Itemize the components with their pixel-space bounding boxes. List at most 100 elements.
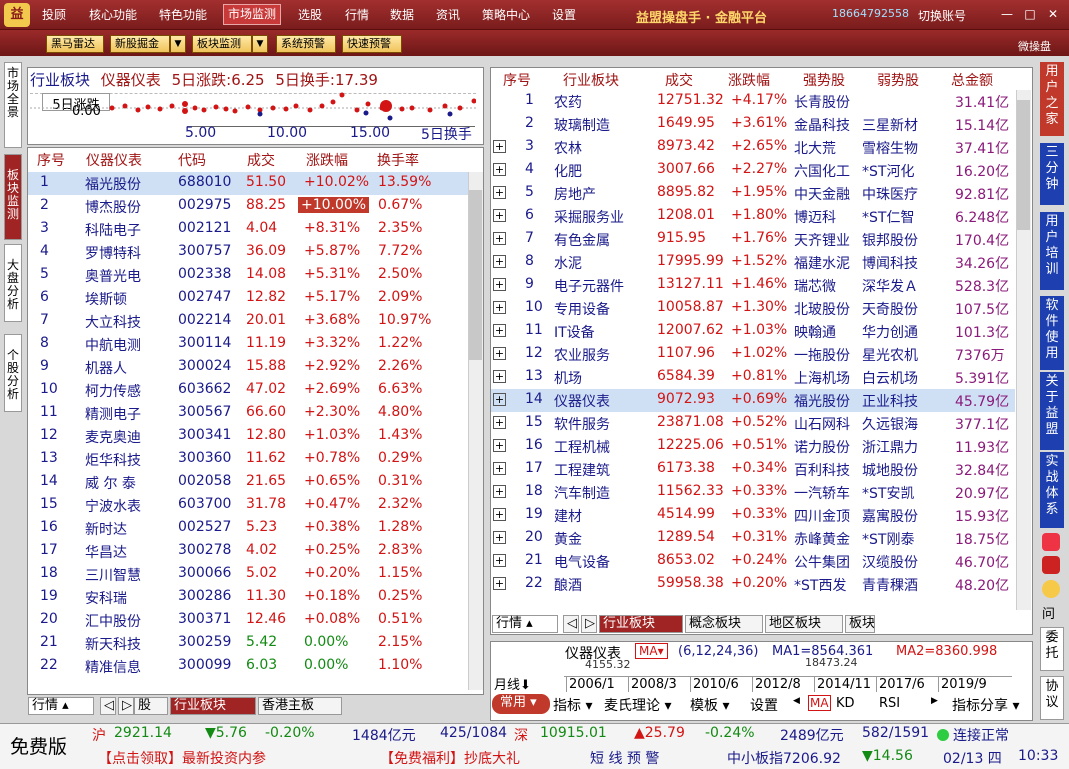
table-row[interactable]: 8 中航电测 300114 11.19 +3.32% 1.22% — [28, 333, 468, 356]
menu-settings[interactable]: 设置 — [552, 6, 576, 23]
table-row[interactable]: +4 化肥 3007.66 +2.27% 六国化工 *ST河化 16.20亿 — [491, 159, 1015, 182]
table-row[interactable]: +16 工程机械 12225.06 +0.51% 诺力股份 浙江鼎力 11.93亿 — [491, 435, 1015, 458]
table-row[interactable]: 2 博杰股份 002975 88.25 +10.00% 0.67% — [28, 195, 468, 218]
side-tab-about[interactable]: 关于益盟 — [1040, 372, 1064, 450]
expand-icon[interactable]: + — [493, 324, 506, 337]
expand-icon[interactable]: + — [493, 462, 506, 475]
kline-tab-share[interactable]: 指标分享 ▾ — [952, 695, 1019, 715]
table-row[interactable]: +9 电子元器件 13127.11 +1.46% 瑞芯微 深华发Ａ 528.3亿 — [491, 274, 1015, 297]
expand-icon[interactable]: + — [493, 554, 506, 567]
right-tab-concept[interactable]: 概念板块 — [685, 615, 763, 633]
short-alert-link[interactable]: 短 线 预 警 — [590, 748, 659, 768]
menu-news[interactable]: 资讯 — [436, 6, 460, 23]
kline-ind-ma[interactable]: MA — [808, 695, 831, 711]
table-row[interactable]: 10 柯力传感 603662 47.02 +2.69% 6.63% — [28, 379, 468, 402]
table-row[interactable]: +6 采掘服务业 1208.01 +1.80% 博迈科 *ST仁智 6.248亿 — [491, 205, 1015, 228]
kline-tab-common[interactable]: 常用 ▾ — [492, 694, 550, 714]
right-tab-sector[interactable]: 板块 — [845, 615, 875, 633]
promo-link-2[interactable]: 【免费福利】抄底大礼 — [380, 748, 520, 768]
table-row[interactable]: +18 汽车制造 11562.33 +0.33% 一汽轿车 *ST安凯 20.97亿 — [491, 481, 1015, 504]
dark-horse-radar-button[interactable]: 黑马雷达 — [46, 35, 104, 53]
table-row[interactable]: 12 麦克奥迪 300341 12.80 +1.03% 1.43% — [28, 425, 468, 448]
expand-icon[interactable]: + — [493, 508, 506, 521]
table-row[interactable]: +21 电气设备 8653.02 +0.24% 公牛集团 汉缆股份 46.70亿 — [491, 550, 1015, 573]
micro-trade-link[interactable]: 微操盘 — [1018, 38, 1051, 54]
kline-tab-settings[interactable]: 设置 — [750, 695, 778, 715]
table-row[interactable]: +20 黄金 1289.54 +0.31% 赤峰黄金 *ST刚泰 18.75亿 — [491, 527, 1015, 550]
table-row[interactable]: 2 玻璃制造 1649.95 +3.61% 金晶科技 三星新材 15.14亿 — [491, 113, 1015, 136]
side-tab-three-minutes[interactable]: 三分钟 — [1040, 143, 1064, 205]
kline-period[interactable]: 月线⬇ — [494, 674, 531, 693]
kline-ind-kd[interactable]: KD — [836, 696, 855, 711]
side-tab-user-training[interactable]: 用户培训 — [1040, 212, 1064, 290]
close-icon[interactable]: ✕ — [1045, 6, 1061, 22]
table-row[interactable]: 22 精准信息 300099 6.03 0.00% 1.10% — [28, 655, 468, 678]
col-header-price[interactable]: 成交 — [247, 150, 275, 170]
menu-core[interactable]: 核心功能 — [89, 6, 137, 23]
table-row[interactable]: 9 机器人 300024 15.88 +2.92% 2.26% — [28, 356, 468, 379]
table-row[interactable]: +14 仪器仪表 9072.93 +0.69% 福光股份 正业科技 45.79亿 — [491, 389, 1015, 412]
table-row[interactable]: +17 工程建筑 6173.38 +0.34% 百利科技 城地股份 32.84亿 — [491, 458, 1015, 481]
tab-market-overview[interactable]: 市场全景 — [4, 62, 22, 148]
expand-icon[interactable]: + — [493, 209, 506, 222]
expand-icon[interactable]: + — [493, 347, 506, 360]
tab-stock-analysis[interactable]: 个股分析 — [4, 334, 22, 412]
table-row[interactable]: 3 科陆电子 002121 4.04 +8.31% 2.35% — [28, 218, 468, 241]
table-row[interactable]: +10 专用设备 10058.87 +1.30% 北玻股份 天奇股份 107.5亿 — [491, 297, 1015, 320]
menu-touguo[interactable]: 投顾 — [42, 6, 66, 23]
table-row[interactable]: +11 IT设备 12007.62 +1.03% 映翰通 华力创通 101.3亿 — [491, 320, 1015, 343]
promo-link-1[interactable]: 【点击领取】最新投资内参 — [98, 748, 266, 768]
expand-icon[interactable]: + — [493, 278, 506, 291]
col-header-amount[interactable]: 总金额 — [951, 70, 993, 90]
table-row[interactable]: +13 机场 6584.39 +0.81% 上海机场 白云机场 5.391亿 — [491, 366, 1015, 389]
table-row[interactable]: 16 新时达 002527 5.23 +0.38% 1.28% — [28, 517, 468, 540]
table-row[interactable]: 15 宁波水表 603700 31.78 +0.47% 2.32% — [28, 494, 468, 517]
left-tab-next-icon[interactable]: ▷ — [118, 697, 134, 715]
right-scroll-thumb[interactable] — [1017, 100, 1030, 230]
table-row[interactable]: +15 软件服务 23871.08 +0.52% 山石网科 久远银海 377.1亿 — [491, 412, 1015, 435]
col-header-name[interactable]: 仪器仪表 — [86, 150, 142, 170]
left-tab-industry[interactable]: 行业板块 — [170, 697, 256, 715]
table-row[interactable]: +7 有色金属 915.95 +1.76% 天齐锂业 银邦股份 170.4亿 — [491, 228, 1015, 251]
expand-icon[interactable]: + — [493, 186, 506, 199]
col-header-code[interactable]: 代码 — [178, 150, 206, 170]
side-tab-practice[interactable]: 实战体系 — [1040, 452, 1064, 528]
menu-market-monitor[interactable]: 市场监测 — [223, 4, 282, 25]
expand-icon[interactable]: + — [493, 301, 506, 314]
table-row[interactable]: 20 汇中股份 300371 12.46 +0.08% 0.51% — [28, 609, 468, 632]
menu-feature[interactable]: 特色功能 — [159, 6, 207, 23]
menu-stock-pick[interactable]: 选股 — [298, 6, 322, 23]
kline-ma-select[interactable]: MA▾ — [635, 643, 668, 659]
col-header-strong[interactable]: 强势股 — [803, 70, 845, 90]
right-tab-next-icon[interactable]: ▷ — [581, 615, 597, 633]
switch-account-link[interactable]: 切换账号 — [918, 7, 966, 24]
col-header-index[interactable]: 序号 — [503, 70, 531, 90]
sector-dropdown-icon[interactable]: ▼ — [252, 35, 268, 53]
table-row[interactable]: +5 房地产 8895.82 +1.95% 中天金融 中珠医疗 92.81亿 — [491, 182, 1015, 205]
side-tab-protocol[interactable]: 协议 — [1040, 676, 1064, 720]
notify-icon[interactable] — [1042, 533, 1060, 551]
table-row[interactable]: +3 农林 8973.42 +2.65% 北大荒 雪榕生物 37.41亿 — [491, 136, 1015, 159]
kline-scroll-right-icon[interactable]: ▶ — [931, 696, 938, 706]
tab-index-analysis[interactable]: 大盘分析 — [4, 244, 22, 322]
col-header-sector[interactable]: 行业板块 — [563, 70, 619, 90]
expand-icon[interactable]: + — [493, 255, 506, 268]
col-header-weak[interactable]: 弱势股 — [877, 70, 919, 90]
right-tab-region[interactable]: 地区板块 — [765, 615, 843, 633]
expand-icon[interactable]: + — [493, 577, 506, 590]
maximize-icon[interactable]: □ — [1022, 6, 1038, 22]
table-row[interactable]: 18 三川智慧 300066 5.02 +0.20% 1.15% — [28, 563, 468, 586]
kline-tab-template[interactable]: 模板 ▾ — [690, 695, 729, 715]
side-tab-entrust[interactable]: 委托 — [1040, 627, 1064, 671]
expand-icon[interactable]: + — [493, 531, 506, 544]
qq-icon[interactable] — [1042, 580, 1060, 598]
col-header-price[interactable]: 成交 — [665, 70, 693, 90]
table-row[interactable]: +19 建材 4514.99 +0.33% 四川金顶 嘉寓股份 15.93亿 — [491, 504, 1015, 527]
right-tab-quotes[interactable]: 行情 ▴ — [492, 615, 558, 633]
left-tab-stocks[interactable]: 股 — [134, 697, 168, 715]
minimize-icon[interactable]: — — [999, 6, 1015, 22]
table-row[interactable]: +8 水泥 17995.99 +1.52% 福建水泥 博闻科技 34.26亿 — [491, 251, 1015, 274]
kline-tab-mai-theory[interactable]: 麦氏理论 ▾ — [604, 695, 671, 715]
tab-sector-monitor[interactable]: 板块监测 — [4, 154, 22, 240]
table-row[interactable]: 6 埃斯顿 002747 12.82 +5.17% 2.09% — [28, 287, 468, 310]
